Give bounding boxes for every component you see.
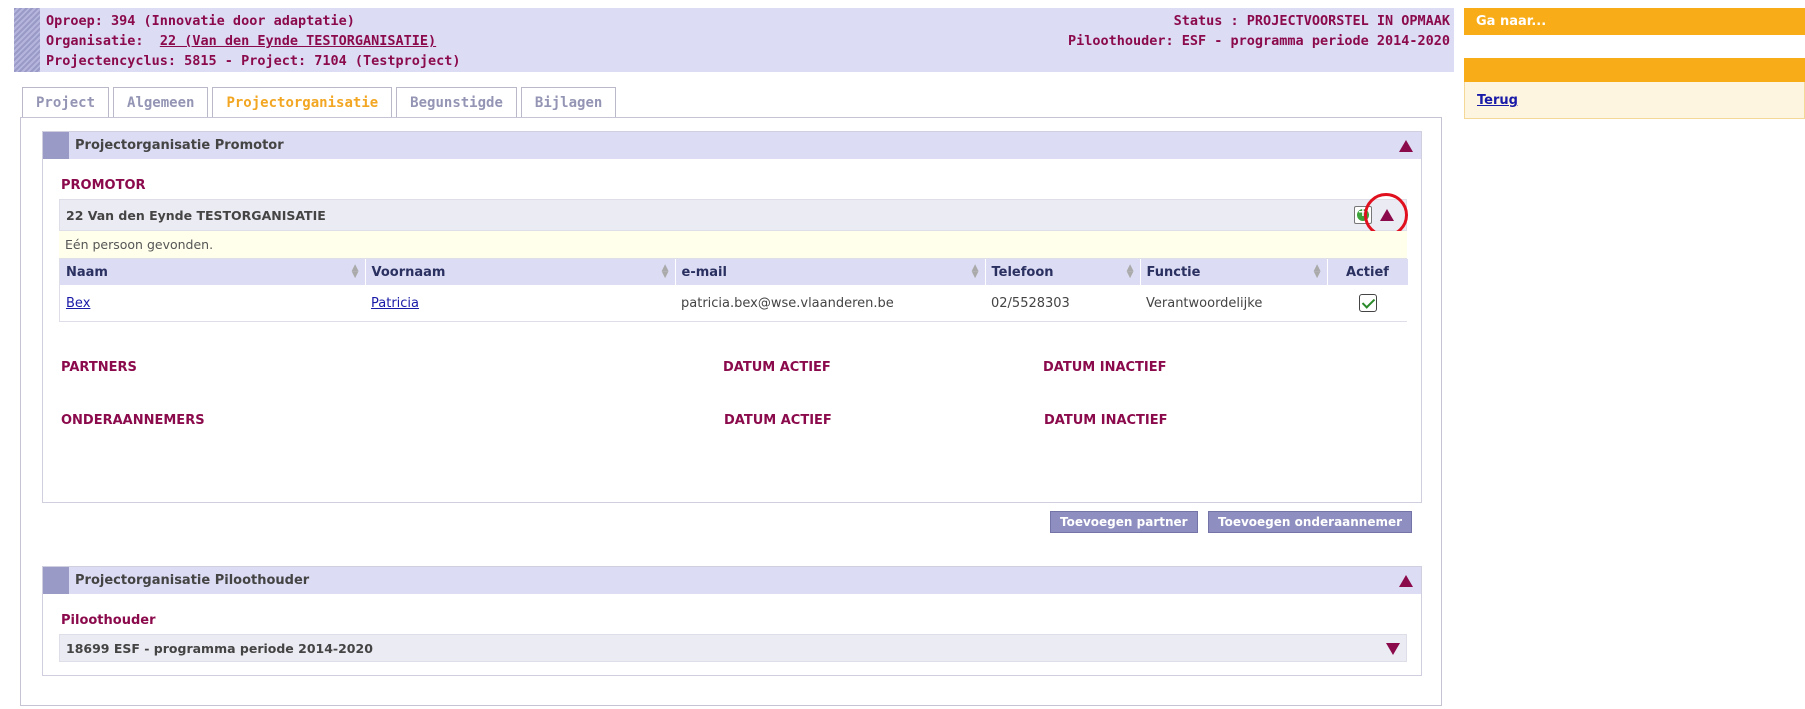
back-link[interactable]: Terug: [1477, 93, 1518, 108]
section-stripe: [43, 132, 69, 159]
table-row: Bex Patricia patricia.bex@wse.vlaanderen…: [60, 285, 1408, 321]
sort-icon: ▲ ▼: [351, 263, 359, 280]
functie-cell: Verantwoordelijke: [1140, 285, 1327, 321]
actief-checkbox[interactable]: [1358, 294, 1377, 312]
collapse-piloothouder-section-icon[interactable]: [1399, 575, 1413, 587]
sort-icon: ▲ ▼: [1126, 263, 1134, 280]
table-header-row: Naam ▲ ▼ Voornaam ▲ ▼ e-mail ▲ ▼ Telefoon ▲ ▼ Fu…: [60, 259, 1409, 285]
piloothouder-section-title: Projectorganisatie Piloothouder: [75, 573, 310, 588]
sidebar-body: Terug: [1464, 82, 1805, 119]
piloothouder-section-header: Projectorganisatie Piloothouder: [43, 567, 1421, 594]
onderaannemers-datum-actief: DATUM ACTIEF: [724, 413, 832, 428]
collapse-promotor-section-icon[interactable]: [1399, 140, 1413, 152]
onderaannemers-datum-inactief: DATUM INACTIEF: [1044, 413, 1168, 428]
status-text: Status : PROJECTVOORSTEL IN OPMAAK: [1173, 13, 1450, 29]
voornaam-link[interactable]: Patricia: [371, 296, 419, 311]
organisatie-prefix: Organisatie:: [46, 33, 144, 49]
onderaannemers-label: ONDERAANNEMERS: [61, 413, 205, 428]
goto-header: Ga naar...: [1464, 8, 1805, 35]
partners-datum-actief: DATUM ACTIEF: [723, 360, 831, 375]
column-header-naam[interactable]: Naam ▲ ▼: [60, 259, 366, 285]
tab-projectorganisatie[interactable]: Projectorganisatie: [212, 87, 393, 117]
naam-link[interactable]: Bex: [66, 296, 90, 311]
piloothouder-section: Projectorganisatie Piloothouder Pilootho…: [42, 566, 1422, 676]
telefoon-cell: 02/5528303: [985, 285, 1140, 321]
piloothouder-text: Piloothouder: ESF - programma periode 20…: [1067, 33, 1450, 49]
sort-icon: ▲ ▼: [1313, 263, 1321, 280]
expand-piloothouder-icon[interactable]: [1386, 643, 1400, 655]
column-header-telefoon[interactable]: Telefoon ▲ ▼: [985, 259, 1141, 285]
promotor-org-bar: 22 Van den Eynde TESTORGANISATIE: [59, 193, 1408, 237]
header-info: Oproep: 394 (Innovatie door adaptatie) O…: [46, 11, 461, 71]
promotor-section-header: Projectorganisatie Promotor: [43, 132, 1421, 159]
section-stripe: [43, 567, 69, 594]
sort-icon: ▲ ▼: [661, 263, 669, 280]
project-header: Oproep: 394 (Innovatie door adaptatie) O…: [14, 8, 1454, 72]
found-message: Eén persoon gevonden.: [59, 231, 1407, 258]
partners-datum-inactief: DATUM INACTIEF: [1043, 360, 1167, 375]
header-status: Status : PROJECTVOORSTEL IN OPMAAK Piloo…: [1068, 11, 1450, 51]
column-header-actief: Actief: [1327, 259, 1409, 285]
tab-project[interactable]: Project: [22, 87, 110, 117]
promotor-section-title: Projectorganisatie Promotor: [75, 138, 284, 153]
sidebar-header-bar: [1464, 58, 1805, 82]
oproep-line: Oproep: 394 (Innovatie door adaptatie): [46, 13, 355, 29]
add-onderaannemer-button[interactable]: Toevoegen onderaannemer: [1208, 511, 1413, 533]
organisatie-link[interactable]: 22 (Van den Eynde TESTORGANISATIE): [160, 33, 436, 49]
tab-bar: Project Algemeen Projectorganisatie Begu…: [22, 87, 620, 117]
column-header-email[interactable]: e-mail ▲ ▼: [675, 259, 986, 285]
promotor-org-name: 22 Van den Eynde TESTORGANISATIE: [66, 208, 326, 223]
column-header-functie[interactable]: Functie ▲ ▼: [1140, 259, 1328, 285]
piloothouder-name: 18699 ESF - programma periode 2014-2020: [66, 641, 373, 656]
partners-label: PARTNERS: [61, 360, 137, 375]
tab-begunstigde[interactable]: Begunstigde: [396, 87, 517, 117]
piloothouder-label: Piloothouder: [61, 613, 156, 628]
column-header-voornaam[interactable]: Voornaam ▲ ▼: [365, 259, 676, 285]
promotor-section: Projectorganisatie Promotor PROMOTOR 22 …: [42, 131, 1422, 503]
header-stripe: [14, 8, 40, 72]
piloothouder-bar: 18699 ESF - programma periode 2014-2020: [59, 634, 1407, 662]
tab-algemeen[interactable]: Algemeen: [113, 87, 209, 117]
email-cell: patricia.bex@wse.vlaanderen.be: [675, 285, 985, 321]
sort-icon: ▲ ▼: [971, 263, 979, 280]
persons-table: Naam ▲ ▼ Voornaam ▲ ▼ e-mail ▲ ▼ Telefoon ▲ ▼ Fu…: [59, 258, 1409, 322]
projectencyclus-line: Projectencyclus: 5815 - Project: 7104 (T…: [46, 53, 461, 69]
tab-bijlagen[interactable]: Bijlagen: [520, 87, 617, 117]
promotor-label: PROMOTOR: [61, 178, 146, 193]
add-partner-button[interactable]: Toevoegen partner: [1050, 511, 1198, 533]
organisatie-line: Organisatie: 22 (Van den Eynde TESTORGAN…: [46, 31, 461, 51]
